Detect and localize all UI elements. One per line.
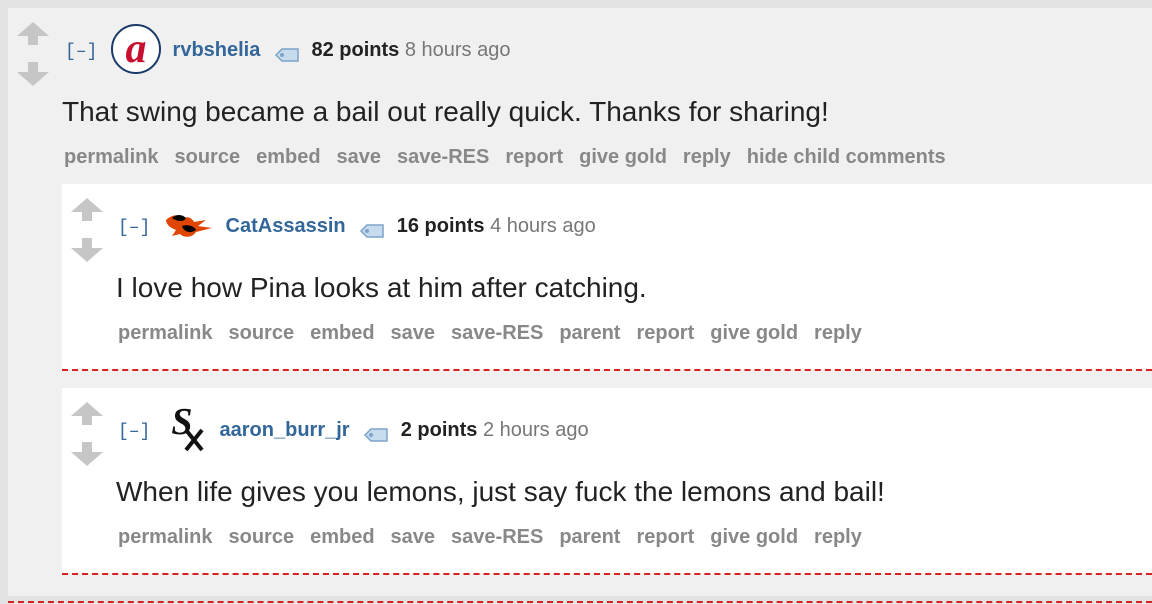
source-button[interactable]: source <box>174 146 240 168</box>
permalink-button[interactable]: permalink <box>118 322 212 344</box>
comment-separator <box>62 573 1152 575</box>
save-res-button[interactable]: save-RES <box>451 526 543 548</box>
tag-icon[interactable] <box>363 424 389 442</box>
score: 82 points <box>311 39 400 61</box>
author-link[interactable]: CatAssassin <box>226 215 346 237</box>
vote-arrows <box>71 198 105 262</box>
timestamp: 8 hours ago <box>404 39 511 61</box>
source-button[interactable]: source <box>228 322 294 344</box>
comment-thread: [–] a rvbshelia 82 points 8 hours ago Th… <box>8 8 1152 603</box>
upvote-arrow-icon[interactable] <box>71 198 103 221</box>
tag-icon[interactable] <box>274 44 300 62</box>
upvote-arrow-icon[interactable] <box>17 22 49 45</box>
svg-text:a: a <box>125 26 146 72</box>
save-button[interactable]: save <box>391 322 436 344</box>
comment-tagline: [–] a rvbshelia 82 points 8 hours ago <box>65 23 511 74</box>
tag-icon[interactable] <box>359 220 385 238</box>
comment-tagline: [–] S aaron_burr_jr 2 points 2 hours ago <box>118 401 589 451</box>
comment-body: That swing became a bail out really quic… <box>62 96 829 127</box>
comment-tagline: [–] CatAssassin 16 points 4 hours ago <box>118 214 596 240</box>
vote-arrows <box>71 402 105 466</box>
child-comment: [–] CatAssassin 16 points 4 hours ago I … <box>62 184 1152 369</box>
child-comment: [–] S aaron_burr_jr 2 points 2 hours ago… <box>62 388 1152 573</box>
collapse-toggle[interactable]: [–] <box>118 218 150 238</box>
save-button[interactable]: save <box>391 526 436 548</box>
comment-body: When life gives you lemons, just say fuc… <box>116 476 885 507</box>
give-gold-button[interactable]: give gold <box>710 322 798 344</box>
score: 2 points <box>400 419 478 441</box>
embed-button[interactable]: embed <box>256 146 320 168</box>
comment-buttons: permalink source embed save save-RES parent re… <box>118 322 878 345</box>
collapse-toggle[interactable]: [–] <box>118 422 150 442</box>
collapse-toggle[interactable]: [–] <box>65 42 97 62</box>
reply-button[interactable]: reply <box>814 526 862 548</box>
score: 16 points <box>396 215 485 237</box>
save-res-button[interactable]: save-RES <box>397 146 489 168</box>
report-button[interactable]: report <box>636 322 694 344</box>
permalink-button[interactable]: permalink <box>64 146 158 168</box>
embed-button[interactable]: embed <box>310 322 374 344</box>
parent-button[interactable]: parent <box>559 526 620 548</box>
comment-buttons: permalink source embed save save-RES report gi… <box>64 146 962 169</box>
report-button[interactable]: report <box>636 526 694 548</box>
timestamp: 2 hours ago <box>482 419 589 441</box>
downvote-arrow-icon[interactable] <box>17 62 49 86</box>
save-button[interactable]: save <box>337 146 382 168</box>
hide-child-comments-button[interactable]: hide child comments <box>747 146 946 168</box>
white-sox-logo-icon: S <box>171 401 204 451</box>
author-link[interactable]: aaron_burr_jr <box>220 419 350 441</box>
source-button[interactable]: source <box>228 526 294 548</box>
downvote-arrow-icon[interactable] <box>71 238 103 262</box>
embed-button[interactable]: embed <box>310 526 374 548</box>
report-button[interactable]: report <box>505 146 563 168</box>
comment-separator <box>62 369 1152 371</box>
braves-a-icon: a <box>110 23 161 74</box>
author-link[interactable]: rvbshelia <box>173 39 261 61</box>
comment-body: I love how Pina looks at him after catch… <box>116 272 647 303</box>
comment-buttons: permalink source embed save save-RES parent re… <box>118 526 878 549</box>
downvote-arrow-icon[interactable] <box>71 442 103 466</box>
orioles-bird-icon <box>165 214 212 237</box>
timestamp: 4 hours ago <box>490 215 596 237</box>
reply-button[interactable]: reply <box>683 146 731 168</box>
thread-separator <box>8 601 1152 603</box>
give-gold-button[interactable]: give gold <box>710 526 798 548</box>
give-gold-button[interactable]: give gold <box>579 146 667 168</box>
reply-button[interactable]: reply <box>814 322 862 344</box>
save-res-button[interactable]: save-RES <box>451 322 543 344</box>
vote-arrows <box>17 22 51 86</box>
parent-button[interactable]: parent <box>559 322 620 344</box>
permalink-button[interactable]: permalink <box>118 526 212 548</box>
upvote-arrow-icon[interactable] <box>71 402 103 425</box>
